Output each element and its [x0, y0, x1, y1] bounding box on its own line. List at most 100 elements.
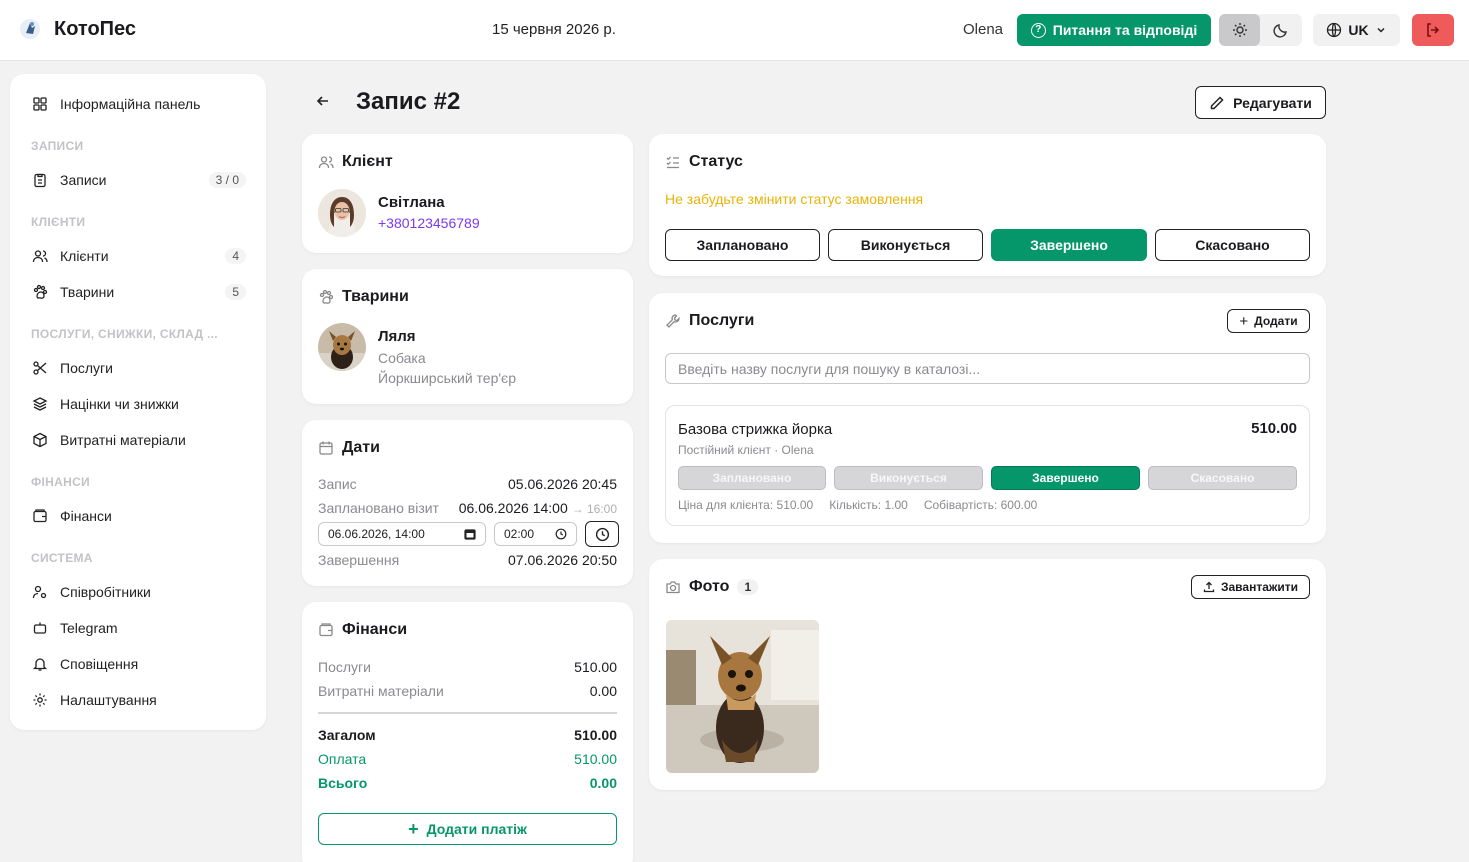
light-theme-button[interactable] [1219, 14, 1260, 46]
layers-icon [32, 397, 48, 411]
sidebar-item-telegram[interactable]: Telegram [32, 616, 246, 640]
records-badge: 3 / 0 [208, 172, 246, 188]
sidebar-item-markups[interactable]: Націнки чи знижки [32, 392, 246, 416]
finance-total-row: Загалом 510.00 [318, 727, 617, 743]
language-select[interactable]: UK [1313, 14, 1400, 46]
sidebar-section-system: СИСТЕМА [31, 551, 93, 565]
sidebar-item-clients[interactable]: Клієнти 4 [32, 244, 246, 268]
service-item-name[interactable]: Базова стрижка йорка [678, 421, 832, 438]
finance-services-label: Послуги [318, 659, 371, 675]
service-staff: · Olena [774, 443, 814, 457]
record-date-row: Запис 05.06.2026 20:45 [318, 476, 617, 492]
status-cancelled-button[interactable]: Скасовано [1155, 229, 1310, 261]
user-name[interactable]: Olena [963, 21, 1003, 38]
card-title-text: Послуги [689, 312, 755, 329]
upload-label: Завантажити [1220, 580, 1299, 594]
status-planned-button[interactable]: Заплановано [665, 229, 820, 261]
status-in-progress-button[interactable]: Виконується [828, 229, 983, 261]
add-service-button[interactable]: + Додати [1227, 309, 1310, 333]
edit-label: Редагувати [1233, 94, 1312, 111]
planned-date-input[interactable]: 06.06.2026, 14:00 [318, 522, 486, 546]
upload-icon [1203, 581, 1215, 593]
service-status-done[interactable]: Завершено [991, 466, 1140, 490]
finance-total-label: Загалом [318, 727, 376, 743]
clipboard-icon [34, 173, 46, 188]
finance-materials-value: 0.00 [589, 683, 617, 699]
photo-thumbnail[interactable] [666, 620, 819, 773]
sidebar-item-label: Сповіщення [60, 656, 139, 672]
sidebar-item-label: Співробітники [60, 584, 151, 600]
sidebar-item-services[interactable]: Послуги [32, 356, 246, 380]
dashboard-icon [33, 97, 47, 111]
globe-icon [1327, 22, 1342, 38]
client-name[interactable]: Світлана [378, 194, 445, 211]
dates-card: Дати Запис 05.06.2026 20:45 Заплановано … [302, 420, 633, 586]
sidebar-item-label: Фінанси [60, 508, 112, 524]
service-item-price: 510.00 [1251, 420, 1297, 437]
dog-photo [666, 620, 819, 773]
finance-total-value: 510.00 [574, 727, 617, 743]
edit-button[interactable]: Редагувати [1195, 86, 1326, 119]
pet-avatar[interactable] [318, 323, 366, 371]
current-date: 15 червня 2026 р. [492, 21, 616, 38]
service-status-planned[interactable]: Заплановано [678, 466, 826, 490]
sidebar-item-records[interactable]: Записи 3 / 0 [32, 168, 246, 192]
service-status-in-progress[interactable]: Виконується [834, 466, 983, 490]
finance-paid-label: Оплата [318, 751, 367, 767]
sidebar-section-finance: ФІНАНСИ [31, 475, 90, 489]
sidebar-item-label: Записи [60, 172, 107, 188]
dark-theme-button[interactable] [1260, 14, 1301, 46]
set-time-button[interactable] [585, 521, 619, 547]
users-icon [318, 156, 334, 169]
service-status-cancelled[interactable]: Скасовано [1148, 466, 1297, 490]
sidebar-item-staff[interactable]: Співробітники [32, 580, 246, 604]
wallet-icon [319, 623, 333, 637]
finance-card: Фінанси Послуги 510.00 Витратні матеріал… [302, 602, 633, 862]
gear-icon [33, 693, 47, 707]
add-service-label: Додати [1254, 314, 1298, 328]
sidebar-item-materials[interactable]: Витратні матеріали [32, 428, 246, 452]
clock-icon [555, 528, 567, 540]
plus-icon: + [408, 819, 419, 839]
sidebar-section-records: ЗАПИСИ [31, 139, 84, 153]
card-title-text: Фото [689, 578, 730, 595]
add-payment-button[interactable]: + Додати платіж [318, 813, 617, 845]
done-date-row: Завершення 07.06.2026 20:50 [318, 552, 617, 568]
sidebar-item-settings[interactable]: Налаштування [32, 688, 246, 712]
status-done-button[interactable]: Завершено [991, 229, 1147, 261]
record-date-value: 05.06.2026 20:45 [508, 476, 617, 492]
service-cost: Собівартість: 600.00 [923, 498, 1038, 512]
planned-time-input[interactable]: 02:00 [494, 522, 577, 546]
card-title-text: Тварини [342, 288, 409, 305]
planned-date-value: 06.06.2026 14:00 [458, 500, 568, 516]
client-avatar[interactable] [318, 189, 366, 237]
pets-card: Тварини Ляля Собака Йоркширський тер'єр [302, 269, 633, 404]
sidebar: Інформаційна панель ЗАПИСИ Записи 3 / 0 … [10, 74, 266, 730]
finance-materials-row: Витратні матеріали 0.00 [318, 683, 617, 699]
sidebar-section-services: ПОСЛУГИ, СНИЖКИ, СКЛАД ... [31, 327, 218, 341]
sidebar-item-finance[interactable]: Фінанси [32, 504, 246, 528]
paw-icon [33, 284, 48, 299]
pets-card-title: Тварини [318, 288, 409, 306]
planned-end-time: → 16:00 [571, 502, 617, 516]
logout-button[interactable] [1412, 14, 1454, 46]
finance-divider [318, 712, 617, 714]
services-card: Послуги + Додати Введіть назву послуги д… [649, 293, 1326, 543]
pet-name[interactable]: Ляля [378, 328, 416, 345]
finance-services-row: Послуги 510.00 [318, 659, 617, 675]
sidebar-item-notifications[interactable]: Сповіщення [32, 652, 246, 676]
back-arrow-icon[interactable] [314, 92, 332, 110]
client-phone[interactable]: +380123456789 [378, 215, 480, 231]
brand-name[interactable]: КотоПес [54, 18, 136, 41]
sidebar-item-dashboard[interactable]: Інформаційна панель [32, 92, 246, 116]
faq-button[interactable]: ? Питання та відповіді [1017, 14, 1211, 46]
logo-icon [20, 19, 40, 39]
sidebar-item-label: Клієнти [60, 248, 109, 264]
upload-photo-button[interactable]: Завантажити [1191, 575, 1310, 599]
service-client-price: Ціна для клієнта: 510.00 [678, 498, 814, 512]
service-search-input[interactable]: Введіть назву послуги для пошуку в катал… [665, 353, 1310, 384]
moon-icon [1272, 24, 1287, 38]
add-payment-label: Додати платіж [426, 821, 527, 837]
sidebar-item-pets[interactable]: Тварини 5 [32, 280, 246, 304]
dates-card-title: Дати [318, 439, 380, 457]
